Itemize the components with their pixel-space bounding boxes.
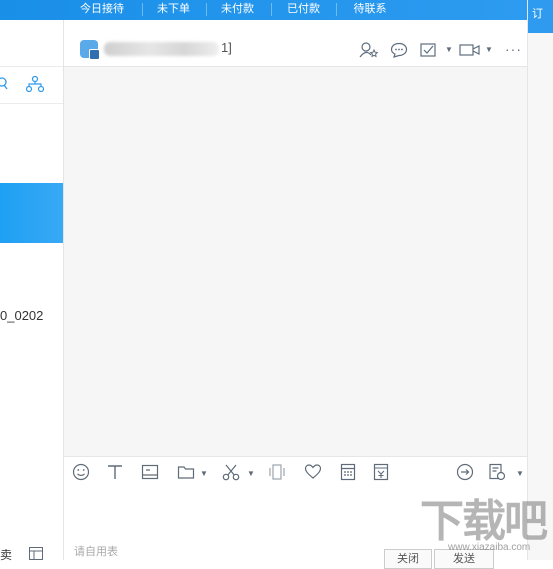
chevron-down-icon[interactable]: ▼ xyxy=(200,469,208,478)
top-tab-bar: 今日接待 未下单 未付款 已付款 待联系 xyxy=(0,0,553,20)
tab-today-reception[interactable]: 今日接待 xyxy=(70,0,134,20)
more-options-icon[interactable]: ··· xyxy=(505,41,522,57)
font-icon[interactable] xyxy=(106,463,124,481)
contact-item-label[interactable]: 0_0202 xyxy=(0,308,43,323)
chevron-down-icon[interactable]: ▼ xyxy=(516,469,524,478)
composer-toolbar: ▼ ▼ ▼ xyxy=(64,456,527,487)
calculator-icon[interactable] xyxy=(339,463,357,481)
contact-name-blurred xyxy=(104,42,219,56)
contact-list-panel: 0_0202 卖 xyxy=(0,20,64,563)
tab-to-contact[interactable]: 待联系 xyxy=(340,0,400,20)
footer-label[interactable]: 卖 xyxy=(0,546,12,563)
tab-separator xyxy=(271,3,272,16)
contact-list-toolbar xyxy=(0,67,63,104)
quick-reply-icon[interactable] xyxy=(456,463,474,481)
history-record-icon[interactable] xyxy=(488,463,506,481)
chat-bubble-icon[interactable] xyxy=(390,42,408,58)
layout-icon[interactable] xyxy=(29,547,43,560)
chat-header: 1] ▼ ▼ ··· xyxy=(64,33,527,67)
tab-separator xyxy=(336,3,337,16)
tab-not-ordered[interactable]: 未下单 xyxy=(146,0,201,20)
video-call-icon[interactable] xyxy=(459,42,481,58)
input-placeholder: 请自用表 xyxy=(74,546,118,558)
message-area[interactable] xyxy=(64,67,527,456)
contact-name-tail: 1] xyxy=(221,40,232,55)
tab-paid[interactable]: 已付款 xyxy=(276,0,331,20)
watermark-url: www.xiazaiba.com xyxy=(448,542,531,553)
tab-separator xyxy=(142,3,143,16)
folder-icon[interactable] xyxy=(177,463,195,481)
contact-list-header xyxy=(0,33,63,67)
create-task-icon[interactable] xyxy=(420,42,442,58)
search-icon[interactable] xyxy=(0,77,10,91)
tab-separator xyxy=(206,3,207,16)
scissors-icon[interactable] xyxy=(222,463,240,481)
emoji-icon[interactable] xyxy=(72,463,90,481)
screenshot-icon[interactable] xyxy=(141,463,159,481)
chevron-down-icon[interactable]: ▼ xyxy=(445,45,453,54)
right-panel-tab[interactable]: 订 xyxy=(528,0,553,33)
selected-contact-item[interactable] xyxy=(0,183,63,243)
shake-window-icon[interactable] xyxy=(268,463,286,481)
org-structure-icon[interactable] xyxy=(26,76,44,92)
chat-window: 1] ▼ ▼ ··· ▼ ▼ ▼ xyxy=(64,33,527,560)
coupon-icon[interactable] xyxy=(372,463,390,481)
chevron-down-icon[interactable]: ▼ xyxy=(485,45,493,54)
contact-avatar[interactable] xyxy=(80,40,100,60)
add-star-contact-icon[interactable] xyxy=(359,42,379,58)
right-side-panel: 订 xyxy=(527,0,553,560)
tab-unpaid[interactable]: 未付款 xyxy=(210,0,265,20)
heart-icon[interactable] xyxy=(304,463,322,481)
chevron-down-icon[interactable]: ▼ xyxy=(247,469,255,478)
